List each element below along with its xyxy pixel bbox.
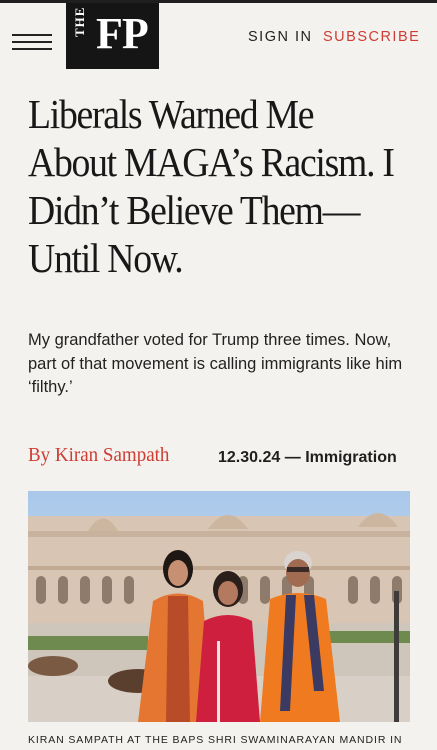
byline-prefix: By [28, 444, 51, 466]
article-meta: 12.30.24 — Immigration [218, 449, 397, 467]
meta-separator: — [284, 449, 301, 466]
site-logo[interactable]: THE FP [66, 3, 159, 69]
subscribe-link[interactable]: SUBSCRIBE [323, 29, 420, 45]
logo-main: FP [96, 9, 149, 58]
article-photo [28, 491, 410, 722]
topic-link[interactable]: Immigration [305, 449, 397, 466]
publish-date: 12.30.24 [218, 449, 281, 466]
hamburger-menu-icon[interactable] [12, 27, 54, 55]
byline: By Kiran Sampath [28, 444, 169, 467]
article-dek: My grandfather voted for Trump three tim… [28, 331, 403, 396]
photo-caption: KIRAN SAMPATH AT THE BAPS SHRI SWAMINARA… [28, 734, 403, 746]
site-header: THE FP SIGN IN SUBSCRIBE [0, 3, 437, 75]
author-link[interactable]: Kiran Sampath [55, 444, 170, 466]
photo-illustration [28, 491, 410, 722]
sign-in-link[interactable]: SIGN IN [248, 29, 312, 45]
article-headline: Liberals Warned Me About MAGA’s Racism. … [28, 91, 395, 281]
logo-prefix: THE [72, 6, 87, 37]
